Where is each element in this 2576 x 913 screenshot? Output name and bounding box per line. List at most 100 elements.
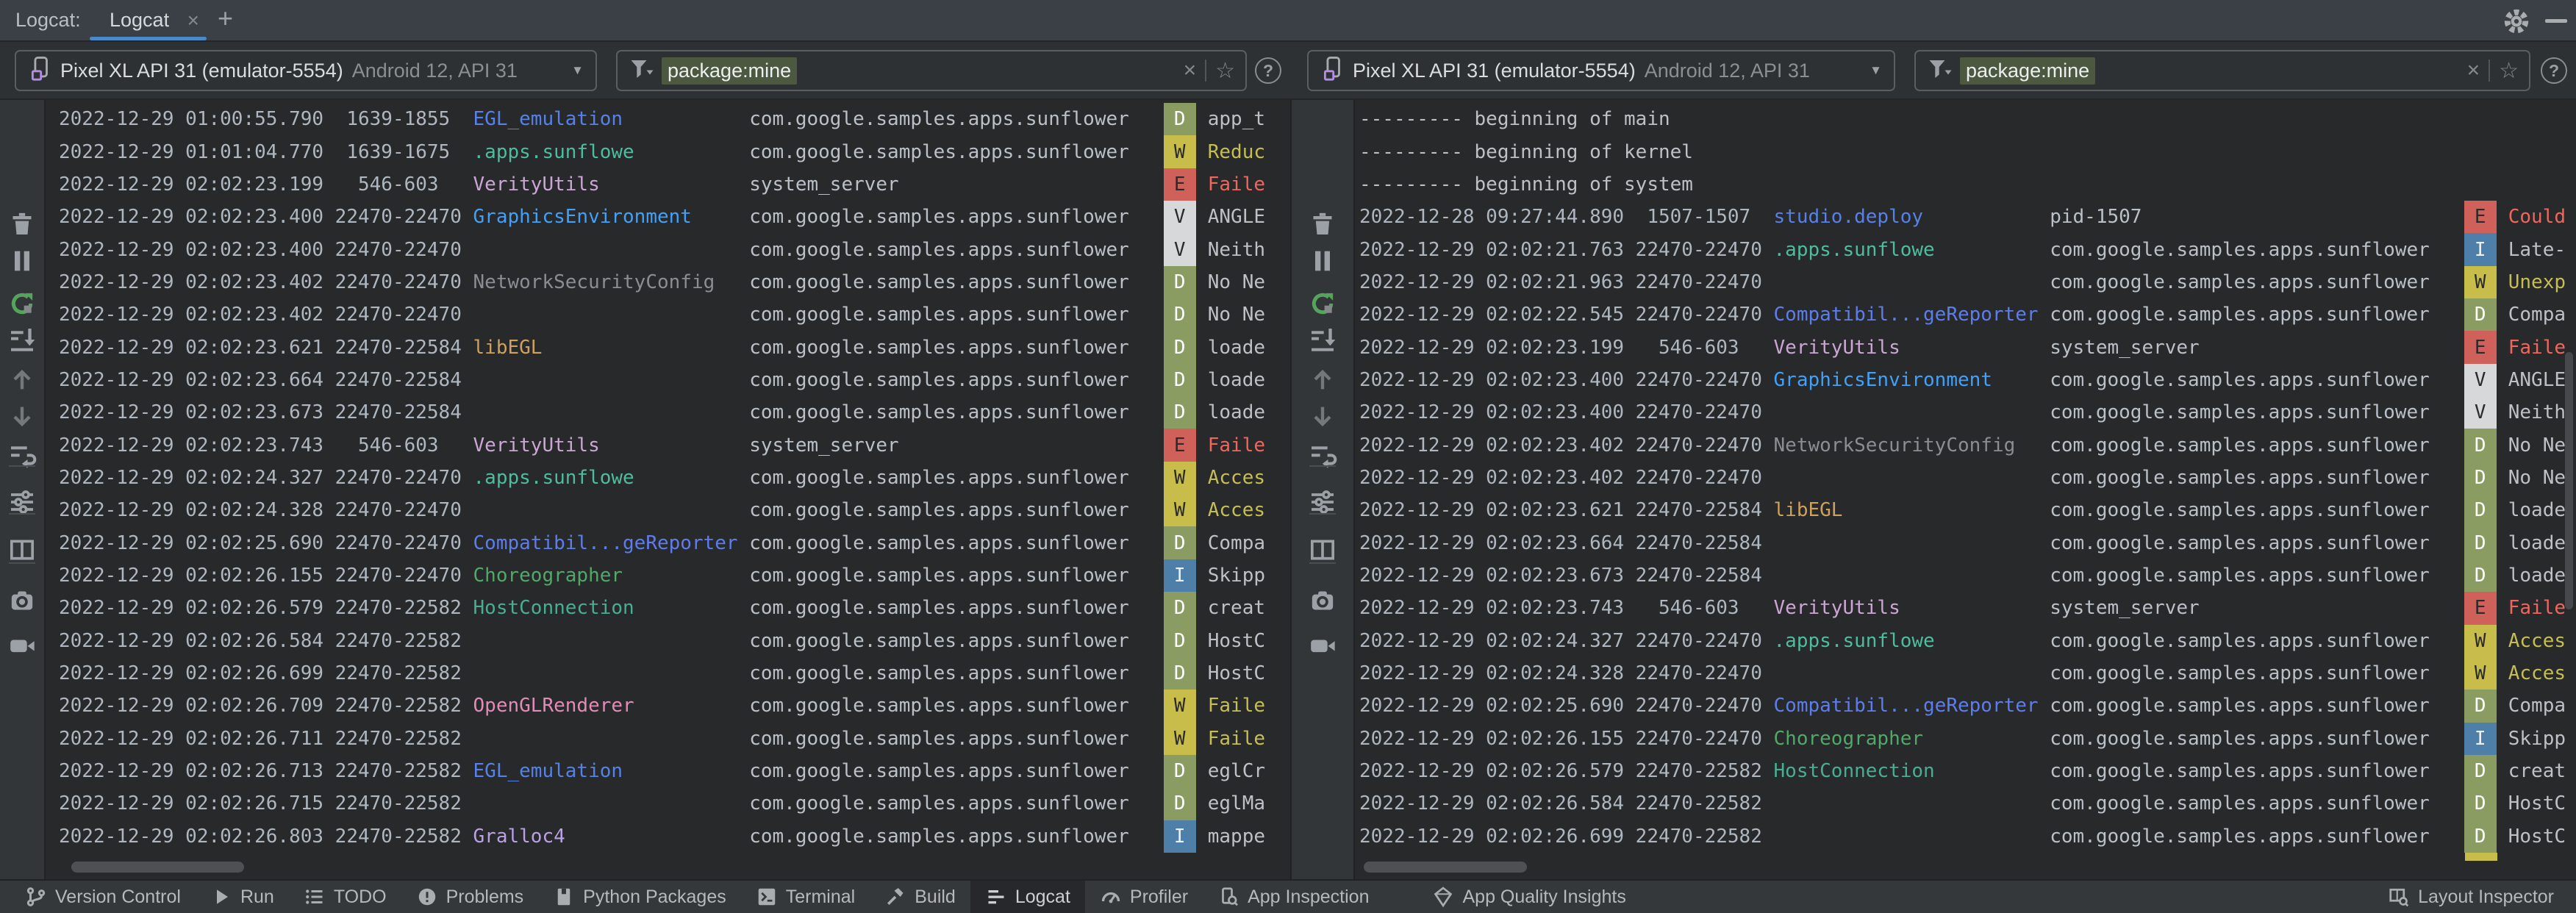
format-options-icon[interactable] — [1308, 487, 1337, 517]
log-row: 2022-12-29 02:02:26.155 22470-22470 Chor… — [1356, 722, 2576, 755]
statusbar-item-python-packages[interactable]: Python Packages — [538, 881, 741, 913]
log-tag: OpenGLRenderer — [473, 695, 750, 717]
log-row: 2022-12-29 02:02:26.715 22470-22582 com.… — [47, 787, 1290, 820]
tab-logcat[interactable]: Logcat × — [90, 0, 207, 40]
restart-icon[interactable] — [7, 289, 37, 318]
device-selector-left[interactable]: Pixel XL API 31 (emulator-5554) Android … — [15, 50, 597, 91]
right-log-pane[interactable]: --------- beginning of main --------- beg… — [1356, 100, 2576, 879]
gear-icon[interactable] — [2501, 6, 2532, 37]
log-message: Neith — [2508, 401, 2566, 424]
filter-input-left[interactable]: package:mine × ☆ — [616, 50, 1247, 91]
statusbar-item-todo[interactable]: TODO — [289, 881, 401, 913]
log-package: com.google.samples.apps.sunflower — [749, 401, 1164, 424]
log-level-badge: D — [1163, 331, 1196, 364]
logcat-tool-window: Logcat: Logcat × + Pixel XL API 31 (emul — [0, 0, 2576, 913]
log-timestamp-pid: 2022-12-29 02:02:26.711 22470-22582 — [59, 727, 473, 750]
log-row: 2022-12-29 02:02:23.664 22470-22584 com.… — [47, 363, 1290, 397]
statusbar-item-version-control[interactable]: Version Control — [10, 881, 196, 913]
logcat-icon — [985, 886, 1007, 908]
log-message: loade — [1207, 368, 1266, 391]
horizontal-scrollbar[interactable] — [1364, 862, 1527, 873]
log-level-badge: D — [1163, 298, 1196, 332]
pause-icon[interactable] — [1308, 246, 1337, 276]
close-icon[interactable]: × — [187, 9, 199, 32]
log-package: system_server — [2050, 597, 2464, 620]
log-level-badge: D — [2464, 494, 2497, 527]
device-name: Pixel XL API 31 (emulator-5554) — [60, 59, 343, 82]
statusbar-item-profiler[interactable]: Profiler — [1085, 881, 1203, 913]
log-message: mappe — [1207, 825, 1266, 848]
help-icon-left[interactable]: ? — [1255, 57, 1281, 84]
log-package: com.google.samples.apps.sunflower — [2050, 792, 2464, 815]
log-timestamp-pid: 2022-12-29 02:02:26.155 22470-22470 — [59, 564, 473, 587]
statusbar-item-build[interactable]: Build — [870, 881, 970, 913]
trash-icon[interactable] — [7, 209, 37, 238]
favorite-filter-icon[interactable]: ☆ — [2499, 58, 2519, 84]
log-row: 2022-12-29 02:02:24.328 22470-22470 com.… — [1356, 656, 2576, 690]
statusbar-item-label: App Inspection — [1248, 886, 1370, 907]
vertical-scrollbar[interactable] — [2565, 352, 2573, 609]
favorite-filter-icon[interactable]: ☆ — [1215, 58, 1235, 84]
left-log-pane[interactable]: 2022-12-29 01:00:55.790 1639-1855 EGL_em… — [47, 100, 1290, 879]
pause-icon[interactable] — [7, 246, 37, 276]
trash-icon[interactable] — [1308, 209, 1337, 238]
statusbar-item-label: Run — [240, 886, 274, 907]
statusbar-item-label: App Quality Insights — [1462, 886, 1626, 907]
screen-record-icon[interactable] — [7, 631, 37, 660]
next-occurrence-icon[interactable] — [7, 402, 37, 432]
statusbar-item-logcat[interactable]: Logcat — [970, 881, 1085, 913]
log-tag — [473, 304, 750, 326]
device-selector-right[interactable]: Pixel XL API 31 (emulator-5554) Android … — [1307, 50, 1895, 91]
horizontal-scrollbar[interactable] — [71, 862, 244, 873]
previous-occurrence-icon[interactable] — [1308, 365, 1337, 394]
statusbar-item-run[interactable]: Run — [196, 881, 289, 913]
format-options-icon[interactable] — [7, 487, 37, 517]
statusbar-item-problems[interactable]: Problems — [401, 881, 539, 913]
log-message: Compa — [2508, 304, 2566, 326]
log-message: Skipp — [2508, 727, 2566, 750]
log-message: HostC — [1207, 662, 1266, 685]
restart-icon[interactable] — [1308, 289, 1337, 318]
python-packages-icon — [553, 886, 575, 908]
log-message: Unexp — [2508, 271, 2566, 293]
log-timestamp-pid: 2022-12-29 02:02:25.690 22470-22470 — [59, 531, 473, 554]
log-banner: --------- beginning of kernel — [1359, 140, 1693, 163]
log-tag — [473, 401, 750, 423]
add-tab-button[interactable]: + — [218, 3, 233, 34]
log-level-badge: I — [2464, 722, 2497, 755]
hide-panel-icon[interactable] — [2545, 19, 2567, 23]
statusbar-item-layout-inspector[interactable]: Layout Inspector — [2373, 881, 2569, 913]
help-icon-right[interactable]: ? — [2541, 57, 2567, 84]
log-package: com.google.samples.apps.sunflower — [2050, 466, 2464, 489]
log-tag — [1774, 467, 2050, 489]
log-row: 2022-12-29 02:02:23.400 22470-22470 Grap… — [1356, 363, 2576, 397]
log-package: com.google.samples.apps.sunflower — [2050, 564, 2464, 587]
next-occurrence-icon[interactable] — [1308, 402, 1337, 432]
statusbar-item-terminal[interactable]: Terminal — [741, 881, 870, 913]
clear-filter-icon[interactable]: × — [2467, 58, 2480, 83]
split-panel-icon[interactable] — [7, 535, 37, 565]
screen-record-icon[interactable] — [1308, 631, 1337, 660]
log-package: com.google.samples.apps.sunflower — [2050, 760, 2464, 783]
run-icon — [210, 886, 232, 908]
split-panel-icon[interactable] — [1308, 535, 1337, 565]
log-level-badge: E — [2464, 201, 2497, 234]
log-timestamp-pid: 2022-12-29 02:02:24.328 22470-22470 — [59, 499, 473, 522]
log-package: com.google.samples.apps.sunflower — [749, 140, 1164, 163]
tab-label: Logcat — [110, 9, 170, 31]
statusbar-item-label: TODO — [333, 886, 387, 907]
screenshot-icon[interactable] — [1308, 586, 1337, 615]
log-message: creat — [2508, 760, 2566, 783]
log-timestamp-pid: 2022-12-29 02:02:21.963 22470-22470 — [1359, 271, 1774, 293]
screenshot-icon[interactable] — [7, 586, 37, 615]
scroll-to-end-icon[interactable] — [1308, 325, 1337, 354]
filter-input-right[interactable]: package:mine × ☆ — [1914, 50, 2530, 91]
clear-filter-icon[interactable]: × — [1184, 58, 1197, 83]
device-details: Android 12, API 31 — [351, 59, 518, 82]
statusbar-item-app-inspection[interactable]: App Inspection — [1203, 881, 1384, 913]
log-row: 2022-12-29 02:02:23.664 22470-22584 com.… — [1356, 526, 2576, 559]
statusbar-item-app-quality-insights[interactable]: App Quality Insights — [1417, 881, 1640, 913]
log-package: com.google.samples.apps.sunflower — [2050, 825, 2464, 848]
scroll-to-end-icon[interactable] — [7, 325, 37, 354]
previous-occurrence-icon[interactable] — [7, 365, 37, 394]
